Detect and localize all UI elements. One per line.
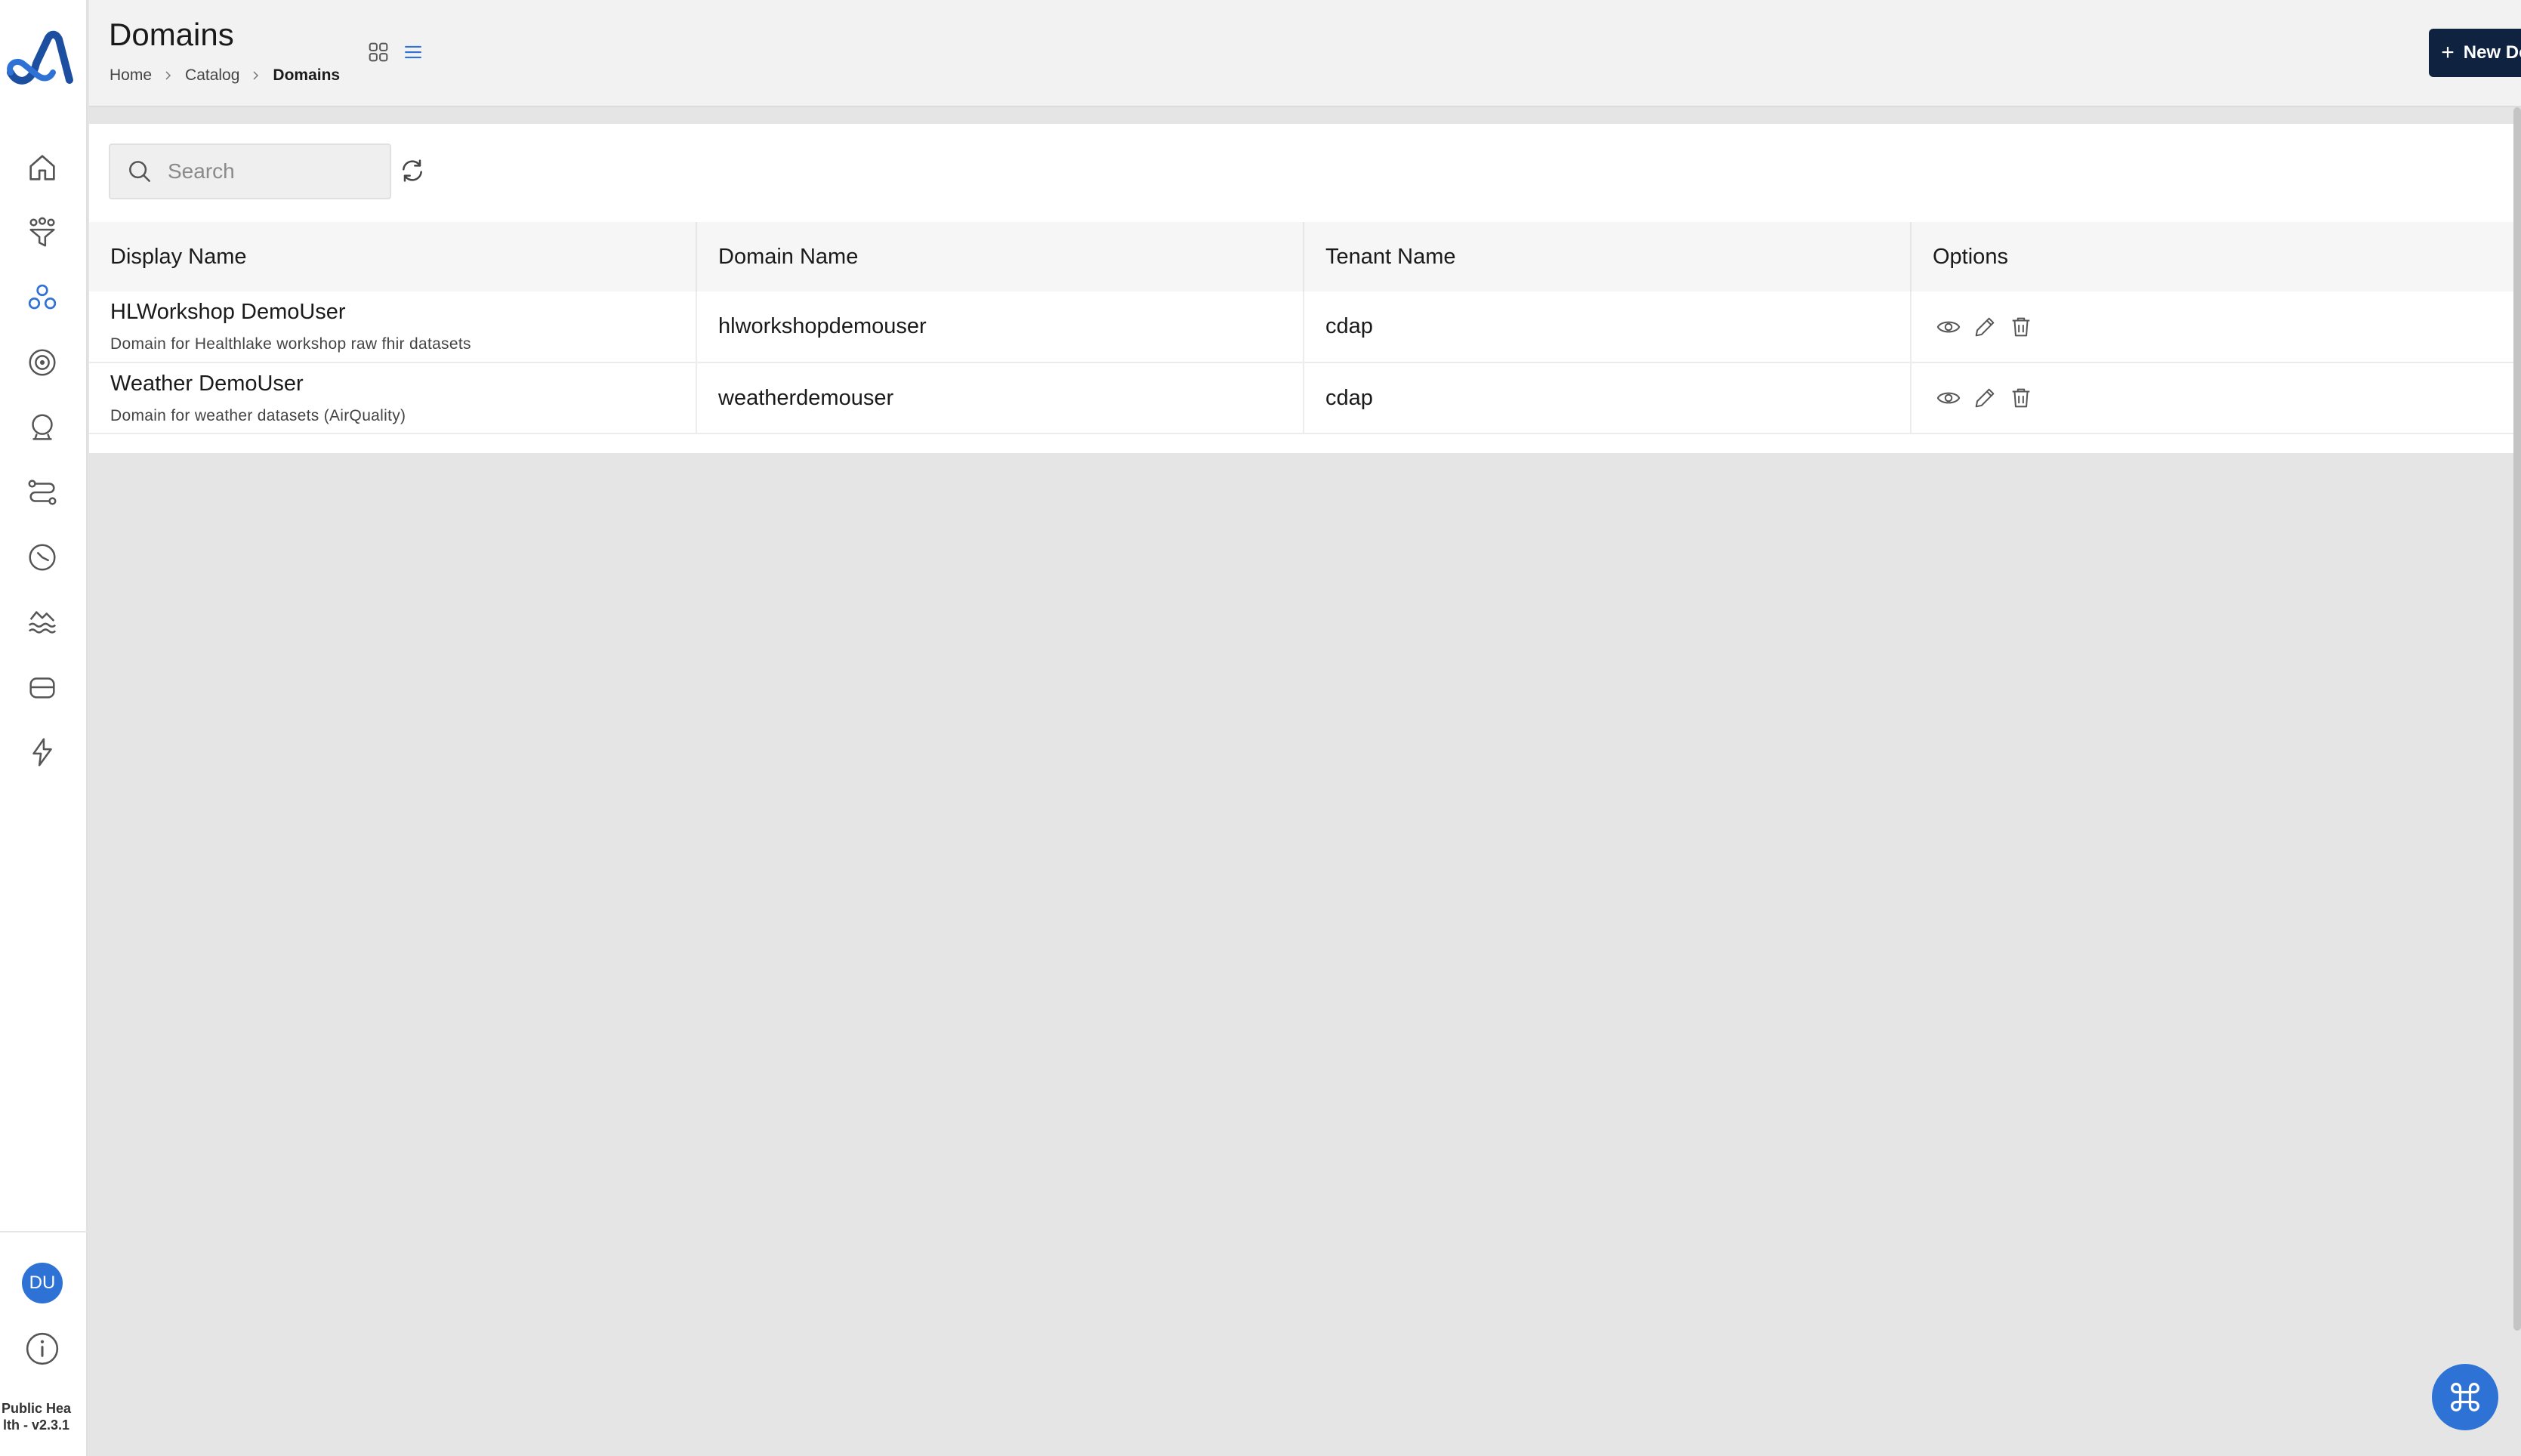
home-icon [29, 155, 55, 180]
page-scrollbar[interactable] [2513, 107, 2521, 1331]
refresh-button[interactable] [397, 156, 427, 186]
cell-display-name: Weather DemoUser Domain for weather data… [89, 362, 697, 433]
search-icon [129, 161, 150, 182]
nav-insights[interactable] [18, 403, 66, 452]
breadcrumb-current: Domains [273, 66, 341, 84]
cell-options [1911, 362, 2515, 433]
storage-icon [29, 677, 55, 699]
cell-tenant-name: cdap [1304, 292, 1912, 362]
sidebar-divider [0, 1231, 88, 1232]
nav-pipelines[interactable] [18, 208, 66, 257]
crystal-ball-icon [32, 414, 53, 440]
display-name: HLWorkshop DemoUser [110, 300, 346, 324]
column-header-display-name[interactable]: Display Name [89, 222, 697, 292]
grid-icon [369, 42, 388, 62]
nav-schedules[interactable] [18, 533, 66, 581]
domains-panel: Display Name Domain Name Tenant Name Opt… [89, 124, 2515, 453]
data-lake-icon [28, 611, 57, 634]
nav-domains[interactable] [18, 273, 66, 322]
column-header-tenant-name[interactable]: Tenant Name [1304, 222, 1912, 292]
cell-domain-name: weatherdemouser [696, 362, 1304, 433]
edit-pencil-icon[interactable] [1972, 314, 1998, 340]
command-palette-button[interactable] [2432, 1364, 2498, 1430]
new-domain-button[interactable]: + New Domain [2429, 29, 2521, 77]
table-row[interactable]: HLWorkshop DemoUser Domain for Healthlak… [89, 292, 2515, 362]
funnel-people-icon [29, 217, 55, 247]
target-icon [29, 349, 56, 376]
user-avatar[interactable]: DU [22, 1263, 63, 1303]
column-header-domain-name[interactable]: Domain Name [696, 222, 1304, 292]
cell-domain-name: hlworkshopdemouser [696, 292, 1304, 362]
list-view-toggle[interactable] [400, 39, 426, 65]
app-version: Public Health - v2.3.1 [1, 1401, 72, 1433]
app-logo[interactable] [5, 29, 77, 89]
nav-data-lake[interactable] [18, 598, 66, 646]
display-name: Weather DemoUser [110, 371, 304, 396]
sidebar: DU Public Health - v2.3.1 [0, 0, 88, 1456]
cell-options [1911, 292, 2515, 362]
nav-home[interactable] [18, 143, 66, 192]
lightning-icon [32, 738, 52, 767]
page-title: Domains [109, 17, 234, 52]
info-icon [26, 1332, 59, 1365]
breadcrumb: Home Catalog Domains [110, 66, 340, 85]
delete-trash-icon[interactable] [2008, 385, 2034, 411]
workflow-icon [28, 480, 57, 505]
nav-workflows[interactable] [18, 468, 66, 517]
nav-storage[interactable] [18, 663, 66, 711]
domains-icon [28, 284, 57, 310]
page-header: Domains Home Catalog Domains + New Domai… [89, 0, 2521, 107]
clock-icon [29, 544, 56, 571]
domain-description: Domain for weather datasets (AirQuality) [110, 406, 406, 424]
chevron-right-icon [253, 71, 259, 80]
refresh-icon [403, 159, 422, 182]
column-header-options: Options [1933, 244, 2008, 269]
nav-automation[interactable] [18, 728, 66, 776]
domains-table: Display Name Domain Name Tenant Name Opt… [89, 222, 2515, 434]
cell-tenant-name: cdap [1304, 362, 1912, 433]
delete-trash-icon[interactable] [2008, 314, 2034, 340]
view-eye-icon[interactable] [1936, 314, 1961, 340]
new-domain-label: New Domain [2463, 42, 2521, 63]
nav-target[interactable] [18, 338, 66, 387]
edit-pencil-icon[interactable] [1972, 385, 1998, 411]
view-eye-icon[interactable] [1936, 385, 1961, 411]
domain-description: Domain for Healthlake workshop raw fhir … [110, 335, 471, 353]
command-icon [2451, 1383, 2479, 1411]
chevron-right-icon [165, 71, 171, 80]
cell-display-name: HLWorkshop DemoUser Domain for Healthlak… [89, 292, 697, 362]
search-input[interactable] [168, 159, 364, 184]
plus-icon: + [2441, 40, 2455, 65]
breadcrumb-home[interactable]: Home [110, 66, 152, 85]
grid-view-toggle[interactable] [366, 39, 391, 65]
info-button[interactable] [21, 1328, 63, 1370]
table-header-row: Display Name Domain Name Tenant Name Opt… [89, 222, 2515, 292]
breadcrumb-catalog[interactable]: Catalog [185, 66, 239, 85]
search-box[interactable] [109, 143, 391, 199]
table-row[interactable]: Weather DemoUser Domain for weather data… [89, 362, 2515, 433]
list-icon [405, 45, 421, 59]
